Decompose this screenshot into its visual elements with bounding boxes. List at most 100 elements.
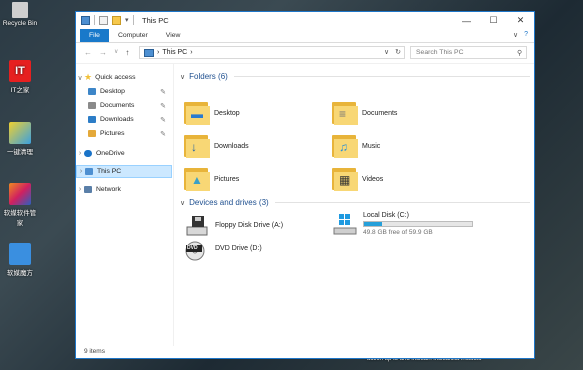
- address-bar[interactable]: › This PC › ∨ ↻: [139, 46, 405, 59]
- title-bar[interactable]: ▾ This PC — ☐ ✕: [76, 12, 534, 29]
- sidebar-item-network[interactable]: › Network: [76, 183, 172, 196]
- sidebar-item-downloads[interactable]: Downloads ✎: [76, 113, 172, 126]
- drive-free-space: 49.8 GB free of 59.9 GB: [363, 229, 433, 236]
- collapse-chevron-icon[interactable]: ∨: [180, 73, 185, 81]
- sidebar-item-quick-access[interactable]: ∨ ★ Quick access: [76, 71, 172, 84]
- search-placeholder: Search This PC: [416, 49, 464, 56]
- sidebar-item-documents[interactable]: Documents ✎: [76, 99, 172, 112]
- desktop-icon-label: IT之家: [10, 87, 30, 94]
- ribbon-tabs: File Computer View ∨ ?: [76, 29, 534, 43]
- up-arrow-icon[interactable]: ↑: [125, 48, 129, 57]
- sidebar-item-label: Pictures: [100, 130, 125, 137]
- folder-label: Downloads: [214, 142, 249, 150]
- search-input[interactable]: Search This PC ⚲: [410, 46, 527, 59]
- folder-label: Desktop: [214, 109, 240, 117]
- sidebar-item-label: Downloads: [100, 116, 134, 123]
- drives-group-header[interactable]: ∨ Devices and drives (3): [180, 198, 530, 207]
- desktop-icon-label: Recycle Bin: [2, 20, 38, 27]
- maximize-button[interactable]: ☐: [480, 12, 507, 29]
- dvd-badge: DVD: [187, 245, 198, 251]
- address-bar-controls: ∨ ↻: [384, 48, 401, 56]
- nav-buttons: ← → ∨ ↑: [84, 48, 129, 57]
- folder-tile-music[interactable]: ♫ Music: [332, 133, 380, 159]
- desktop-icon-recycle-bin[interactable]: Recycle Bin: [2, 2, 38, 27]
- back-arrow-icon[interactable]: ←: [84, 48, 92, 57]
- status-bar-item-count: 9 items: [84, 348, 105, 355]
- sidebar-item-pictures[interactable]: Pictures ✎: [76, 127, 172, 140]
- sidebar-item-label: This PC: [97, 168, 122, 175]
- toolbar-divider: [94, 15, 95, 25]
- expand-ribbon-chevron-icon[interactable]: ∨: [513, 31, 518, 39]
- broom-icon: [9, 122, 31, 144]
- properties-icon[interactable]: [99, 15, 108, 25]
- breadcrumb-this-pc[interactable]: This PC: [162, 49, 187, 56]
- folder-label: Pictures: [214, 175, 240, 183]
- sidebar-item-label: Network: [96, 186, 121, 193]
- pin-icon[interactable]: ✎: [160, 116, 166, 124]
- folder-tile-downloads[interactable]: ↓ Downloads: [184, 133, 249, 159]
- group-divider: [233, 76, 530, 77]
- folder-tile-videos[interactable]: ▦ Videos: [332, 166, 383, 192]
- tab-file[interactable]: File: [80, 29, 109, 42]
- sidebar-item-onedrive[interactable]: › OneDrive: [76, 147, 172, 160]
- folder-tile-desktop[interactable]: ▬ Desktop: [184, 100, 240, 126]
- videos-folder-icon: ▦: [332, 166, 358, 192]
- tab-view[interactable]: View: [157, 29, 190, 42]
- pictures-folder-icon: ▲: [184, 166, 210, 192]
- desktop-icon-cleanup[interactable]: 一键清理: [2, 122, 38, 156]
- breadcrumb-separator[interactable]: ›: [157, 49, 159, 56]
- pin-icon[interactable]: ✎: [160, 88, 166, 96]
- tab-computer[interactable]: Computer: [109, 29, 157, 42]
- sidebar-item-this-pc[interactable]: › This PC: [76, 165, 172, 178]
- new-folder-icon[interactable]: [112, 15, 121, 25]
- address-dropdown-chevron-icon[interactable]: ∨: [384, 48, 389, 56]
- windows-drive-icon: [332, 212, 358, 238]
- downloads-folder-icon: [88, 116, 96, 123]
- pictures-folder-icon: [88, 130, 96, 137]
- pin-icon[interactable]: ✎: [160, 130, 166, 138]
- search-icon: ⚲: [517, 49, 522, 57]
- collapse-chevron-icon[interactable]: ∨: [180, 199, 185, 207]
- desktop-icon-software-manager[interactable]: 软媒软件管家: [2, 183, 38, 227]
- pin-icon[interactable]: ✎: [160, 102, 166, 110]
- folders-group-header[interactable]: ∨ Folders (6): [180, 72, 530, 81]
- disk-usage-bar: [363, 221, 473, 227]
- help-icon[interactable]: ?: [524, 31, 528, 39]
- close-button[interactable]: ✕: [507, 12, 534, 29]
- sidebar-item-label: Desktop: [100, 88, 125, 95]
- ribbon-right-controls: ∨ ?: [513, 31, 528, 39]
- cloud-icon: [84, 150, 92, 157]
- breadcrumb-separator[interactable]: ›: [190, 49, 192, 56]
- window-title: This PC: [142, 16, 169, 25]
- rubik-cube-icon: [9, 243, 31, 265]
- minimize-button[interactable]: —: [453, 12, 480, 29]
- network-icon: [84, 186, 92, 193]
- navigation-bar: ← → ∨ ↑ › This PC › ∨ ↻ Search This PC ⚲: [76, 43, 534, 64]
- desktop-icon-ithome[interactable]: IT IT之家: [2, 60, 38, 94]
- folder-tile-pictures[interactable]: ▲ Pictures: [184, 166, 239, 192]
- desktop-icon-rubik[interactable]: 软媒魔方: [2, 243, 38, 277]
- window-controls: — ☐ ✕: [453, 12, 534, 29]
- group-divider: [274, 202, 530, 203]
- forward-arrow-icon[interactable]: →: [99, 48, 107, 57]
- computer-icon: [85, 168, 93, 175]
- customize-toolbar-chevron-icon[interactable]: ▾: [125, 16, 129, 24]
- expand-chevron-icon[interactable]: ›: [77, 168, 85, 175]
- recent-locations-chevron-icon[interactable]: ∨: [114, 48, 118, 57]
- expand-chevron-icon[interactable]: ∨: [76, 74, 84, 82]
- folder-label: Videos: [362, 175, 384, 183]
- drive-dvd-d[interactable]: DVD DVD Drive (D:): [184, 236, 262, 262]
- toolbar-divider: [132, 15, 134, 25]
- content-pane: ∨ Folders (6) ▬ Desktop ≡ Documents ↓ Do…: [174, 63, 534, 346]
- sidebar-item-label: OneDrive: [96, 150, 125, 157]
- drive-label: Floppy Disk Drive (A:): [215, 222, 284, 229]
- expand-chevron-icon[interactable]: ›: [76, 186, 84, 193]
- expand-chevron-icon[interactable]: ›: [76, 150, 84, 157]
- group-title: Devices and drives (3): [189, 198, 269, 207]
- drive-local-c[interactable]: Local Disk (C:) 49.8 GB free of 59.9 GB: [332, 212, 473, 238]
- desktop-folder-icon: [88, 88, 96, 95]
- folder-tile-documents[interactable]: ≡ Documents: [332, 100, 397, 126]
- sidebar-item-label: Quick access: [95, 74, 136, 81]
- sidebar-item-desktop[interactable]: Desktop ✎: [76, 85, 172, 98]
- refresh-icon[interactable]: ↻: [395, 48, 401, 56]
